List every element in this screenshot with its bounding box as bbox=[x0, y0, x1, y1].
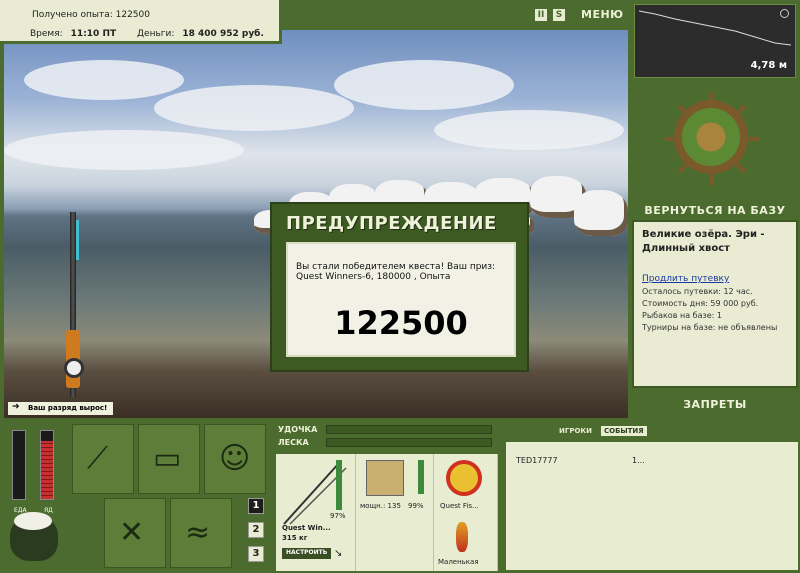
line-slot[interactable]: Quest Fis... Маленькая bbox=[434, 454, 498, 571]
rods-icon: ⟋ bbox=[87, 441, 108, 476]
status-panel: Получено опыта: 122500 Время: 11:10 ПТ Де… bbox=[0, 0, 282, 44]
events-list: TED17777 1... bbox=[506, 442, 798, 570]
dialog-big-number: 122500 bbox=[334, 304, 468, 342]
cloud bbox=[4, 130, 244, 170]
sound-icon[interactable]: S bbox=[553, 8, 565, 21]
cloud bbox=[434, 110, 624, 150]
permit-remaining: Осталось путевки: 12 час. bbox=[642, 287, 753, 296]
event-player: TED17777 bbox=[516, 456, 558, 465]
line-label: ЛЕСКА bbox=[278, 438, 309, 447]
fish-tile[interactable]: ≈ bbox=[170, 498, 232, 568]
reel-percent: 99% bbox=[408, 502, 424, 510]
location-title: Великие озёра. Эри - Длинный хвост bbox=[642, 229, 765, 254]
time-money-line: Время: 11:10 ПТ Деньги: 18 400 952 руб. bbox=[30, 29, 264, 39]
money-label: Деньги: bbox=[137, 29, 175, 39]
cloud bbox=[334, 60, 514, 110]
rod-name: Quest Win... bbox=[282, 524, 331, 532]
slot-1-button[interactable]: 1 bbox=[248, 498, 264, 514]
tab-events[interactable]: СОБЫТИЯ bbox=[600, 426, 647, 436]
poison-label: ЯД bbox=[44, 507, 53, 514]
line-name: Quest Fis... bbox=[440, 502, 479, 510]
cloud bbox=[154, 85, 354, 131]
ship-wheel[interactable] bbox=[630, 86, 800, 198]
reel-condition-bar bbox=[418, 460, 424, 494]
tackle-slots: 97% Quest Win... 315 кг НАСТРОИТЬ ↘ мощн… bbox=[276, 454, 498, 571]
time-value: 11:10 ПТ bbox=[70, 29, 117, 39]
day-cost: Стоимость дня: 59 000 руб. bbox=[642, 299, 759, 308]
exp-line: Получено опыта: 122500 bbox=[32, 10, 150, 20]
bans-button[interactable]: ЗАПРЕТЫ bbox=[630, 398, 800, 411]
dialog-title: ПРЕДУПРЕЖДЕНИЕ bbox=[286, 213, 497, 234]
reel bbox=[64, 358, 84, 378]
reel-power: мощн.: 135 bbox=[360, 502, 401, 510]
pot-food bbox=[14, 512, 52, 530]
pause-icon[interactable]: II bbox=[535, 8, 547, 21]
slot-3-button[interactable]: 3 bbox=[248, 546, 264, 562]
lure-image bbox=[456, 522, 468, 552]
dialog-message: Вы стали победителем квеста! Ваш приз: Q… bbox=[296, 262, 496, 282]
rod-weight: 315 кг bbox=[282, 534, 308, 542]
tackle-panel: УДОЧКА ЛЕСКА 97% Quest Win... 315 кг НАС… bbox=[274, 420, 500, 573]
line-tension-bar bbox=[326, 438, 492, 447]
money-value: 18 400 952 руб. bbox=[182, 29, 264, 39]
lure-name: Маленькая bbox=[438, 558, 479, 566]
poison-fill bbox=[41, 441, 53, 499]
rod-label: УДОЧКА bbox=[278, 425, 318, 434]
rod-slot[interactable]: 97% Quest Win... 315 кг НАСТРОИТЬ ↘ bbox=[276, 454, 356, 571]
setup-button[interactable]: НАСТРОИТЬ bbox=[282, 548, 332, 559]
food-tile[interactable]: ✕ bbox=[104, 498, 166, 568]
exp-value: 122500 bbox=[115, 10, 150, 20]
reel-image bbox=[366, 460, 404, 496]
line-spool-image bbox=[446, 460, 482, 496]
fish-icon: ≈ bbox=[185, 515, 211, 550]
depth-value: 4,78 м bbox=[750, 60, 787, 71]
tab-players[interactable]: ИГРОКИ bbox=[556, 426, 595, 436]
extend-permit-link[interactable]: Продлить путевку bbox=[642, 274, 788, 284]
depth-chart: 4,78 м bbox=[634, 4, 796, 78]
menu-button[interactable]: МЕНЮ bbox=[581, 8, 624, 21]
close-icon[interactable] bbox=[780, 9, 789, 18]
ship-wheel-icon bbox=[674, 100, 748, 174]
rod-tension-bar bbox=[326, 425, 492, 434]
time-label: Время: bbox=[30, 29, 63, 39]
warning-dialog[interactable]: ПРЕДУПРЕЖДЕНИЕ Вы стали победителем квес… bbox=[270, 202, 529, 372]
food-meter bbox=[12, 430, 26, 500]
exp-label: Получено опыта: bbox=[32, 10, 113, 20]
top-toolbar: II S МЕНЮ bbox=[535, 8, 624, 21]
angler-icon: ☺ bbox=[219, 441, 251, 476]
slot-2-button[interactable]: 2 bbox=[248, 522, 264, 538]
tournaments-status: Турниры на базе: не объявлены bbox=[642, 323, 778, 332]
back-to-base-button[interactable]: ВЕРНУТЬСЯ НА БАЗУ bbox=[630, 204, 800, 217]
tackle-box-icon: ▭ bbox=[153, 441, 182, 476]
rod-tip bbox=[76, 220, 79, 260]
event-value: 1... bbox=[632, 456, 645, 465]
reel-slot[interactable]: мощн.: 135 99% bbox=[356, 454, 434, 571]
food-icon: ✕ bbox=[119, 515, 145, 550]
rod-condition-bar bbox=[336, 460, 342, 510]
rank-up-message: Ваш разряд вырос! bbox=[8, 402, 114, 415]
events-panel: ИГРОКИ СОБЫТИЯ TED17777 1... bbox=[502, 420, 800, 573]
dialog-body: Вы стали победителем квеста! Ваш приз: Q… bbox=[286, 242, 516, 357]
rods-tile[interactable]: ⟋ bbox=[72, 424, 134, 494]
angler-tile[interactable]: ☺ bbox=[204, 424, 266, 494]
arrow-icon: ↘ bbox=[334, 548, 343, 559]
status-meters: ЕДА ЯД bbox=[8, 430, 58, 520]
events-tabs: ИГРОКИ СОБЫТИЯ bbox=[556, 426, 647, 436]
cloud bbox=[24, 60, 184, 100]
location-info: Великие озёра. Эри - Длинный хвост Продл… bbox=[632, 220, 798, 388]
poison-meter bbox=[40, 430, 54, 500]
rod-percent: 97% bbox=[330, 512, 346, 520]
tackle-box-tile[interactable]: ▭ bbox=[138, 424, 200, 494]
anglers-count: Рыбаков на базе: 1 bbox=[642, 311, 722, 320]
